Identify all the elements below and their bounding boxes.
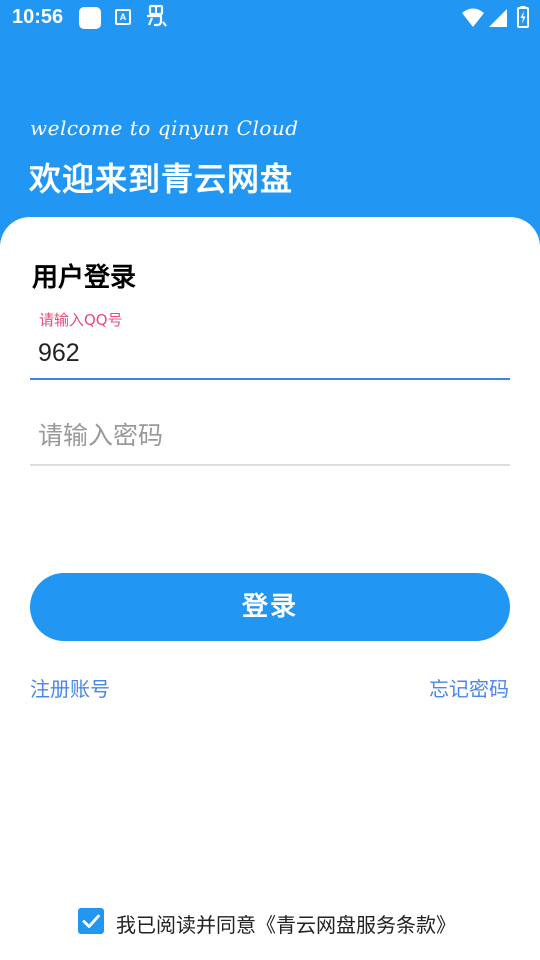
login-button[interactable]: 登录: [30, 573, 510, 641]
login-title: 用户登录: [32, 263, 137, 293]
wifi-icon: [462, 8, 484, 32]
check-icon: [82, 914, 100, 928]
agreement-text[interactable]: 我已阅读并同意《青云网盘服务条款》: [116, 909, 456, 938]
status-bar: 10:56 A: [0, 0, 540, 38]
bug-icon: [144, 4, 168, 35]
app-title: 欢迎来到青云网盘: [29, 160, 294, 198]
welcome-subtitle: welcome to qinyun Cloud: [30, 116, 299, 140]
forgot-password-link[interactable]: 忘记密码: [429, 673, 509, 702]
qq-field-label: 请输入QQ号: [39, 311, 123, 329]
agreement-checkbox[interactable]: [78, 908, 104, 934]
login-card: 用户登录 请输入QQ号 登录 注册账号 忘记密码 我已阅读并同意《青云网盘服务条…: [0, 217, 540, 960]
accessibility-a-icon: A: [115, 9, 131, 25]
status-time: 10:56: [12, 6, 64, 28]
cell-signal-icon: [488, 8, 508, 32]
battery-icon: [517, 6, 529, 32]
password-field: [30, 407, 510, 466]
password-input[interactable]: [38, 415, 502, 455]
qq-input[interactable]: [38, 337, 502, 369]
app-square-icon: [79, 7, 101, 29]
qq-field: 请输入QQ号: [30, 307, 510, 380]
register-link[interactable]: 注册账号: [30, 673, 110, 702]
